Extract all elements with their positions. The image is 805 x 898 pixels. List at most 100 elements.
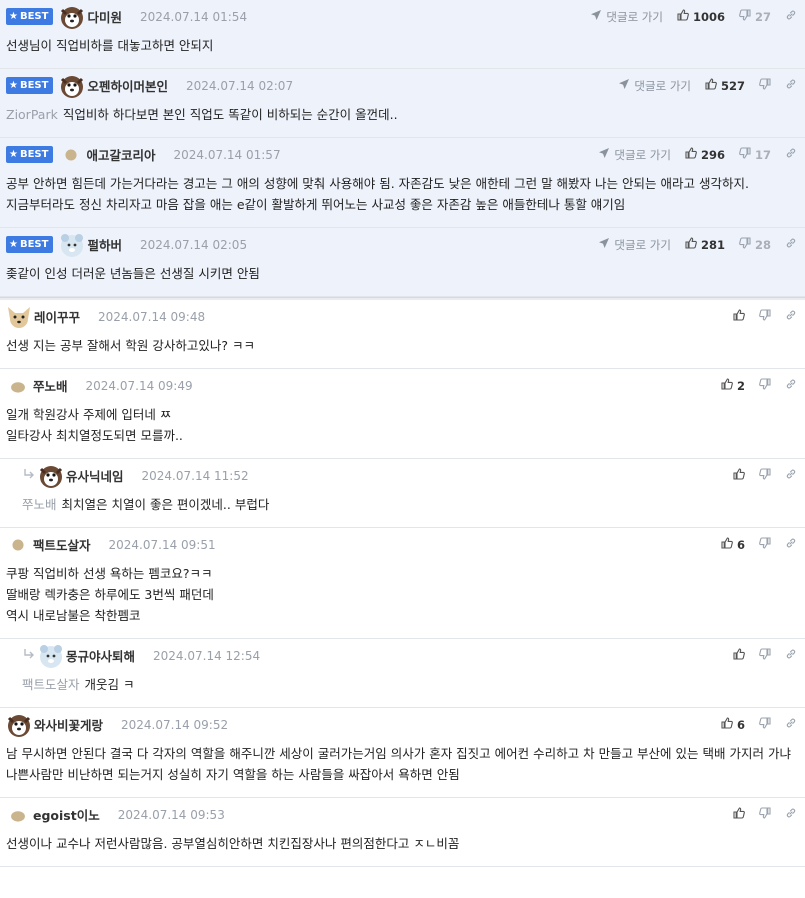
- comment: 레이꾸꾸 2024.07.14 09:48 선생 지는 공부 잘해서 학원 강사하고…: [0, 300, 805, 369]
- link-icon: [785, 378, 797, 393]
- comment-body: 일개 학원강사 주제에 입터네 ㅉ 일타강사 최치열정도되면 모를까..: [6, 402, 797, 458]
- avatar[interactable]: [38, 463, 64, 489]
- nickname[interactable]: 펄하버: [87, 235, 122, 254]
- avatar[interactable]: [59, 73, 85, 99]
- avatar[interactable]: [59, 232, 85, 258]
- timestamp: 2024.07.14 01:57: [173, 147, 281, 162]
- share-link-button[interactable]: [785, 648, 797, 663]
- comment-body: 선생 지는 공부 잘해서 학원 강사하고있나? ㅋㅋ: [6, 333, 797, 368]
- upvote-button[interactable]: 527: [705, 78, 745, 93]
- avatar[interactable]: [9, 536, 27, 554]
- goto-comment-link[interactable]: 댓글로 가기: [598, 147, 671, 163]
- upvote-button[interactable]: 296: [685, 147, 725, 162]
- nickname[interactable]: 팩트도살자: [33, 535, 91, 554]
- downvote-button[interactable]: [759, 537, 771, 552]
- downvote-button[interactable]: [759, 309, 771, 324]
- nickname[interactable]: 다미원: [87, 7, 122, 26]
- upvote-count: 2: [736, 378, 745, 393]
- upvote-button[interactable]: [733, 807, 745, 822]
- avatar[interactable]: [38, 643, 64, 669]
- downvote-button[interactable]: 28: [739, 237, 771, 252]
- nickname[interactable]: 몽규야사퇴해: [66, 646, 135, 665]
- thumbs-down-icon: [759, 378, 771, 393]
- downvote-button[interactable]: [759, 717, 771, 732]
- star-icon: ★: [9, 11, 18, 22]
- send-icon: [590, 9, 602, 24]
- goto-comment-link[interactable]: 댓글로 가기: [598, 237, 671, 253]
- comment-actions: 댓글로 가기 296 17: [598, 138, 797, 171]
- goto-label: 댓글로 가기: [614, 147, 671, 162]
- timestamp: 2024.07.14 12:54: [153, 648, 261, 663]
- reply-comment: 유사닉네임 2024.07.14 11:52 쭈노배 최치열은 치열이 좋은 편이겠네…: [0, 459, 805, 528]
- upvote-button[interactable]: [733, 648, 745, 663]
- goto-comment-link[interactable]: 댓글로 가기: [618, 78, 691, 94]
- timestamp: 2024.07.14 11:52: [141, 468, 249, 483]
- timestamp: 2024.07.14 09:49: [85, 378, 193, 393]
- upvote-count: 281: [700, 237, 725, 252]
- share-link-button[interactable]: [785, 807, 797, 822]
- thumbs-up-icon: [733, 648, 745, 663]
- nickname[interactable]: 레이꾸꾸: [34, 307, 80, 326]
- comment-list: ★ BEST 다미원 2024.07.14 01:54 댓글로 가기 1006 27 선생님이…: [0, 0, 805, 867]
- timestamp: 2024.07.14 09:53: [117, 807, 225, 822]
- nickname[interactable]: 오펜하이머본인: [87, 76, 168, 95]
- downvote-button[interactable]: [759, 648, 771, 663]
- avatar[interactable]: [6, 304, 32, 330]
- upvote-button[interactable]: 1006: [677, 9, 725, 24]
- avatar[interactable]: [9, 377, 27, 395]
- thumbs-down-icon: [759, 468, 771, 483]
- mention-tag[interactable]: 팩트도살자: [22, 677, 80, 692]
- best-badge-label: BEST: [19, 11, 49, 22]
- downvote-button[interactable]: [759, 468, 771, 483]
- comment: 와사비꽃게랑 2024.07.14 09:52 6 남 무시하면 안된다 결국 다 각…: [0, 708, 805, 798]
- thumbs-down-icon: [759, 537, 771, 552]
- thumbs-up-icon: [677, 9, 689, 24]
- nickname[interactable]: 와사비꽃게랑: [34, 715, 103, 734]
- share-link-button[interactable]: [785, 9, 797, 24]
- nickname[interactable]: 애고갈코리아: [86, 145, 155, 164]
- upvote-button[interactable]: 2: [721, 378, 745, 393]
- comment-text: 좆같이 인성 더러운 년놈들은 선생질 시키면 안됨: [6, 266, 260, 281]
- comment-header: 팩트도살자 2024.07.14 09:51: [6, 528, 797, 561]
- downvote-button[interactable]: [759, 78, 771, 93]
- thumbs-down-icon: [759, 309, 771, 324]
- goto-label: 댓글로 가기: [606, 9, 663, 24]
- avatar[interactable]: [9, 806, 27, 824]
- downvote-button[interactable]: [759, 807, 771, 822]
- upvote-count: 6: [736, 717, 745, 732]
- best-comment: ★ BEST 오펜하이머본인 2024.07.14 02:07 댓글로 가기 527 Zio…: [0, 69, 805, 138]
- share-link-button[interactable]: [785, 537, 797, 552]
- nickname[interactable]: 유사닉네임: [66, 466, 124, 485]
- upvote-button[interactable]: [733, 468, 745, 483]
- thumbs-down-icon: [759, 648, 771, 663]
- share-link-button[interactable]: [785, 309, 797, 324]
- comment-body: 좆같이 인성 더러운 년놈들은 선생질 시키면 안됨: [6, 261, 797, 296]
- avatar[interactable]: [62, 146, 80, 164]
- share-link-button[interactable]: [785, 78, 797, 93]
- upvote-button[interactable]: 6: [721, 537, 745, 552]
- downvote-button[interactable]: 17: [739, 147, 771, 162]
- thumbs-up-icon: [721, 717, 733, 732]
- mention-tag[interactable]: ZiorPark: [6, 107, 58, 122]
- share-link-button[interactable]: [785, 237, 797, 252]
- downvote-button[interactable]: 27: [739, 9, 771, 24]
- share-link-button[interactable]: [785, 147, 797, 162]
- share-link-button[interactable]: [785, 378, 797, 393]
- avatar[interactable]: [6, 712, 32, 738]
- best-badge: ★ BEST: [6, 8, 54, 25]
- share-link-button[interactable]: [785, 717, 797, 732]
- upvote-button[interactable]: 281: [685, 237, 725, 252]
- share-link-button[interactable]: [785, 468, 797, 483]
- goto-comment-link[interactable]: 댓글로 가기: [590, 9, 663, 25]
- nickname[interactable]: 쭈노배: [33, 376, 68, 395]
- downvote-button[interactable]: [759, 378, 771, 393]
- comment-text: 일개 학원강사 주제에 입터네 ㅉ 일타강사 최치열정도되면 모를까..: [6, 407, 183, 443]
- upvote-button[interactable]: 6: [721, 717, 745, 732]
- nickname[interactable]: egoist이노: [33, 805, 100, 824]
- avatar[interactable]: [59, 4, 85, 30]
- comment-header: 쭈노배 2024.07.14 09:49: [6, 369, 797, 402]
- timestamp: 2024.07.14 01:54: [139, 9, 248, 24]
- upvote-button[interactable]: [733, 309, 745, 324]
- mention-tag[interactable]: 쭈노배: [22, 497, 57, 512]
- reply-comment: 몽규야사퇴해 2024.07.14 12:54 팩트도살자 개웃김 ㅋ: [0, 639, 805, 708]
